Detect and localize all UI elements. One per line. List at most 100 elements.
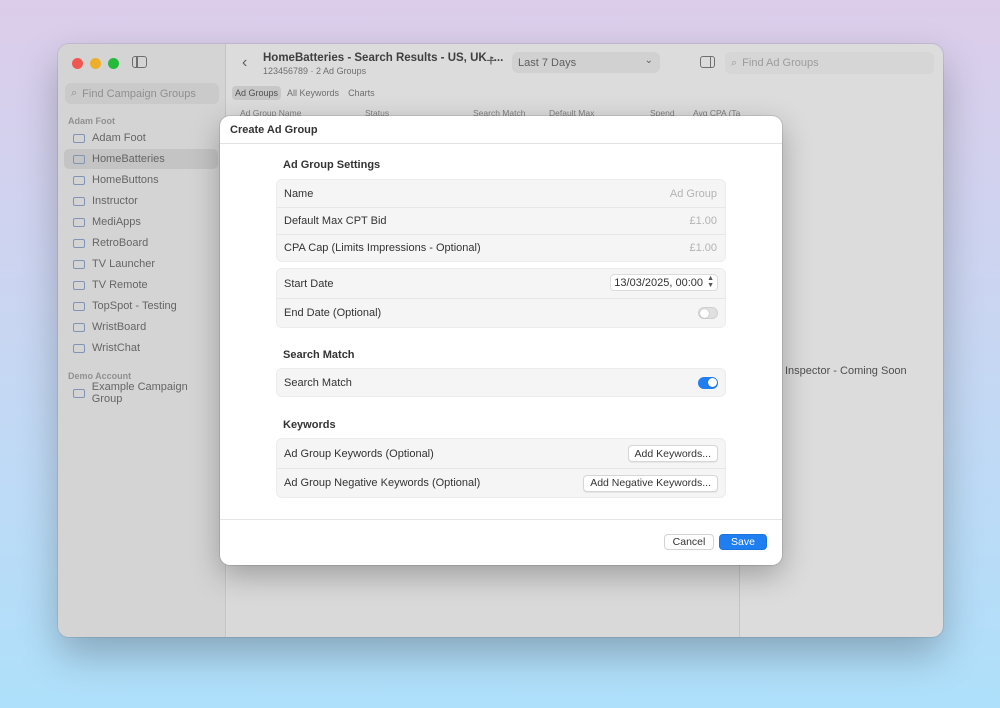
folder-icon — [73, 133, 85, 143]
inspector-toggle-icon[interactable] — [700, 56, 715, 68]
chevron-down-icon: ⌄ — [644, 55, 653, 66]
add-negative-keywords-button[interactable]: Add Negative Keywords... — [583, 474, 718, 492]
folder-icon — [73, 322, 85, 332]
max-cpt-field[interactable]: £1.00 — [689, 215, 717, 227]
sidebar-item-example-campaign-group[interactable]: Example Campaign Group — [64, 381, 218, 405]
section-heading: Search Match — [283, 349, 355, 361]
sidebar-section-title: Demo Account — [68, 371, 132, 381]
search-match-toggle[interactable] — [698, 376, 718, 389]
sidebar-item-adam-foot[interactable]: Adam Foot — [64, 128, 218, 148]
divider — [220, 143, 782, 144]
folder-icon — [73, 280, 85, 290]
tab-all-keywords[interactable]: All Keywords — [284, 86, 342, 100]
cpa-cap-row[interactable]: CPA Cap (Limits Impressions - Optional) … — [277, 234, 725, 261]
toolbar: ‹ HomeBatteries - Search Results - US, U… — [227, 44, 943, 82]
save-button[interactable]: Save — [719, 534, 767, 550]
folder-icon — [73, 238, 85, 248]
start-date-row: Start Date 13/03/2025, 00:00 ▲ ▼ — [277, 269, 725, 298]
folder-icon — [73, 343, 85, 353]
name-row[interactable]: Name Ad Group — [277, 180, 725, 207]
sidebar-item-homebuttons[interactable]: HomeButtons — [64, 170, 218, 190]
period-value: Last 7 Days — [518, 56, 577, 69]
start-date-value: 13/03/2025, 00:00 — [614, 276, 703, 289]
divider — [220, 519, 782, 520]
period-select[interactable]: Last 7 Days ⌄ — [512, 52, 660, 73]
search-match-row: Search Match — [277, 369, 725, 396]
folder-icon — [73, 301, 85, 311]
sidebar-section-title: Adam Foot — [68, 116, 115, 126]
sidebar-item-label: RetroBoard — [92, 237, 149, 249]
tab-charts[interactable]: Charts — [345, 86, 378, 100]
folder-icon — [73, 196, 85, 206]
cpa-cap-field[interactable]: £1.00 — [689, 242, 717, 254]
cancel-button[interactable]: Cancel — [664, 534, 714, 550]
name-field[interactable]: Ad Group — [670, 188, 717, 200]
negative-keywords-label: Ad Group Negative Keywords (Optional) — [284, 477, 481, 489]
start-date-label: Start Date — [284, 277, 334, 290]
section-heading: Keywords — [283, 419, 336, 431]
max-cpt-label: Default Max CPT Bid — [284, 215, 387, 227]
sidebar-item-topspot-testing[interactable]: TopSpot - Testing — [64, 296, 218, 316]
search-match-group: Search Match — [276, 368, 726, 397]
close-button[interactable] — [72, 58, 83, 69]
minimize-button[interactable] — [90, 58, 101, 69]
start-date-picker[interactable]: 13/03/2025, 00:00 ▲ ▼ — [610, 274, 718, 291]
search-placeholder: Find Campaign Groups — [82, 87, 196, 100]
max-cpt-row[interactable]: Default Max CPT Bid £1.00 — [277, 207, 725, 234]
inspector-placeholder: Inspector - Coming Soon — [785, 365, 907, 377]
campaign-subtitle: 123456789 · 2 Ad Groups — [263, 66, 367, 76]
sidebar-item-wristboard[interactable]: WristBoard — [64, 317, 218, 337]
section-heading: Ad Group Settings — [283, 159, 381, 171]
sidebar-item-label: Adam Foot — [92, 132, 146, 144]
negative-keywords-row: Ad Group Negative Keywords (Optional) Ad… — [277, 468, 725, 497]
sidebar-item-tv-remote[interactable]: TV Remote — [64, 275, 218, 295]
ad-group-settings-group: Name Ad Group Default Max CPT Bid £1.00 … — [276, 179, 726, 262]
keywords-row: Ad Group Keywords (Optional) Add Keyword… — [277, 439, 725, 468]
end-date-toggle[interactable] — [698, 307, 718, 319]
create-ad-group-dialog: Create Ad Group Ad Group Settings Name A… — [220, 116, 782, 565]
sidebar-item-label: TopSpot - Testing — [92, 300, 177, 312]
sidebar-item-label: Example Campaign Group — [91, 381, 188, 405]
sidebar-item-label: HomeButtons — [92, 174, 159, 186]
sidebar-item-label: HomeBatteries — [92, 153, 165, 165]
folder-icon — [73, 175, 85, 185]
ad-group-search[interactable]: ⌕ Find Ad Groups — [725, 52, 934, 74]
date-group: Start Date 13/03/2025, 00:00 ▲ ▼ End Date… — [276, 268, 726, 328]
sidebar-item-label: Instructor — [92, 195, 138, 207]
view-tabs: Ad Groups All Keywords Charts — [232, 86, 378, 100]
sidebar-item-homebatteries[interactable]: HomeBatteries — [64, 149, 218, 169]
sidebar-item-instructor[interactable]: Instructor — [64, 191, 218, 211]
add-keywords-button[interactable]: Add Keywords... — [627, 445, 718, 462]
dialog-title: Create Ad Group — [230, 124, 318, 136]
stepper-icon[interactable]: ▲ ▼ — [707, 275, 714, 289]
campaign-title: HomeBatteries - Search Results - US, UK … — [263, 52, 504, 64]
sidebar-item-wristchat[interactable]: WristChat — [64, 338, 218, 358]
folder-icon — [73, 217, 85, 227]
zoom-button[interactable] — [108, 58, 119, 69]
add-icon[interactable]: + — [486, 51, 496, 71]
campaign-group-search[interactable]: ⌕ Find Campaign Groups — [65, 83, 219, 104]
sidebar-item-retroboard[interactable]: RetroBoard — [64, 233, 218, 253]
sidebar: ⌕ Find Campaign Groups Adam Foot Adam Fo… — [58, 44, 226, 637]
sidebar-item-tv-launcher[interactable]: TV Launcher — [64, 254, 218, 274]
sidebar-item-label: TV Launcher — [92, 258, 155, 270]
name-label: Name — [284, 187, 314, 200]
back-chevron-icon[interactable]: ‹ — [242, 54, 247, 72]
sidebar-item-label: WristChat — [92, 342, 141, 354]
cpa-cap-label: CPA Cap (Limits Impressions - Optional) — [284, 242, 481, 254]
folder-icon — [73, 388, 85, 398]
sidebar-toggle-icon[interactable] — [132, 56, 147, 68]
folder-icon — [73, 259, 85, 269]
keywords-group: Ad Group Keywords (Optional) Add Keyword… — [276, 438, 726, 498]
search-icon: ⌕ — [731, 56, 738, 69]
window-controls — [72, 58, 119, 69]
search-match-label: Search Match — [284, 376, 352, 389]
sidebar-item-mediapps[interactable]: MediApps — [64, 212, 218, 232]
sidebar-item-label: TV Remote — [92, 279, 148, 291]
tab-ad-groups[interactable]: Ad Groups — [232, 86, 282, 100]
end-date-label: End Date (Optional) — [284, 307, 382, 319]
search-icon: ⌕ — [71, 87, 78, 99]
sidebar-item-label: WristBoard — [92, 321, 147, 333]
keywords-label: Ad Group Keywords (Optional) — [284, 447, 434, 460]
folder-icon — [73, 154, 85, 164]
